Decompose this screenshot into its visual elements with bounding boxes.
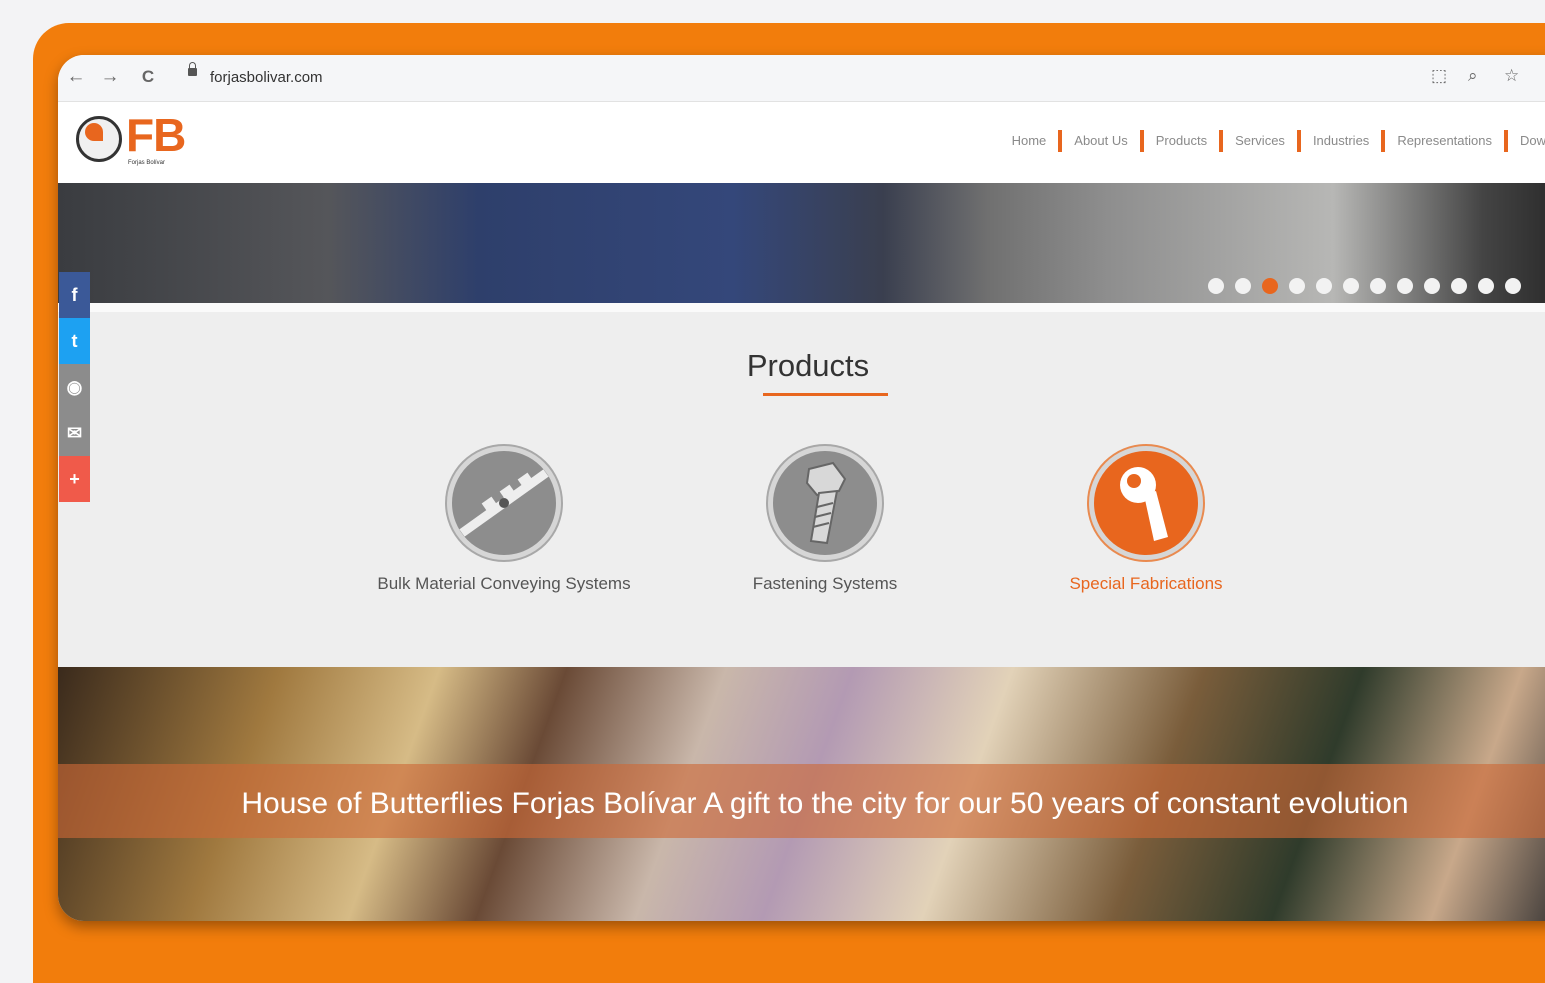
nav-item-services[interactable]: Services: [1223, 131, 1297, 151]
slider-dot[interactable]: [1289, 278, 1305, 294]
slider-dot[interactable]: [1505, 278, 1521, 294]
slider-dot[interactable]: [1397, 278, 1413, 294]
slider-dot[interactable]: [1370, 278, 1386, 294]
share-plus-icon[interactable]: +: [59, 456, 90, 502]
slider-dot[interactable]: [1478, 278, 1494, 294]
title-underline: [763, 393, 888, 396]
slider-dot[interactable]: [1451, 278, 1467, 294]
facebook-icon[interactable]: f: [59, 272, 90, 318]
logo-text[interactable]: FB: [126, 110, 186, 160]
nav-item-about-us[interactable]: About Us: [1062, 131, 1139, 151]
zoom-icon[interactable]: ⌕: [1468, 66, 1478, 86]
product-label[interactable]: Special Fabrications: [996, 574, 1296, 594]
nav-item-industries[interactable]: Industries: [1301, 131, 1381, 151]
slider-dots: [1208, 278, 1521, 294]
logo-icon[interactable]: [76, 116, 122, 162]
slider-dot[interactable]: [1262, 278, 1278, 294]
email-icon[interactable]: ✉: [59, 410, 90, 456]
wrench-icon[interactable]: [1089, 446, 1203, 560]
slider-dot[interactable]: [1235, 278, 1251, 294]
product-label[interactable]: Bulk Material Conveying Systems: [354, 574, 654, 594]
twitter-icon[interactable]: t: [59, 318, 90, 364]
conveyor-icon[interactable]: [447, 446, 561, 560]
slider-dot[interactable]: [1424, 278, 1440, 294]
logo-subtext: Forjas Bolívar: [128, 160, 166, 166]
nav-item-products[interactable]: Products: [1144, 131, 1219, 151]
banner-text[interactable]: House of Butterflies Forjas Bolívar A gi…: [58, 787, 1545, 821]
promo-banner: House of Butterflies Forjas Bolívar A gi…: [58, 667, 1545, 921]
main-nav: Home About Us Products Services Industries Re…: [1000, 130, 1545, 152]
social-share-bar: f t ◉ ✉ +: [59, 272, 90, 502]
product-special-fabrications[interactable]: Special Fabrications: [996, 446, 1296, 594]
address-bar[interactable]: forjasbolivar.com: [210, 69, 323, 86]
slider-dot[interactable]: [1208, 278, 1224, 294]
lock-icon: [188, 62, 197, 76]
translate-icon[interactable]: ⬚: [1431, 66, 1447, 86]
bolt-icon[interactable]: [768, 446, 882, 560]
bookmark-star-icon[interactable]: ☆: [1504, 66, 1519, 86]
product-fastening[interactable]: Fastening Systems: [675, 446, 975, 594]
forward-icon[interactable]: →: [98, 65, 122, 89]
products-title: Products: [746, 348, 870, 383]
site-header: FB Forjas Bolívar Home About Us Products Se…: [58, 102, 1545, 182]
slider-dot[interactable]: [1343, 278, 1359, 294]
browser-toolbar: ← → C forjasbolivar.com ⬚ ⌕ ☆: [58, 55, 1545, 102]
browser-window: ← → C forjasbolivar.com ⬚ ⌕ ☆ FB Forjas …: [58, 55, 1545, 921]
product-label[interactable]: Fastening Systems: [675, 574, 975, 594]
product-bulk-material[interactable]: Bulk Material Conveying Systems: [354, 446, 654, 594]
pinterest-icon[interactable]: ◉: [59, 364, 90, 410]
back-icon[interactable]: ←: [64, 65, 88, 89]
products-section: Products Bulk Material Conveying Systems: [58, 303, 1545, 667]
hero-slider: [58, 183, 1545, 303]
nav-item-home[interactable]: Home: [1000, 131, 1059, 151]
nav-item-representations[interactable]: Representations: [1385, 131, 1504, 151]
reload-icon[interactable]: C: [136, 65, 160, 89]
slider-dot[interactable]: [1316, 278, 1332, 294]
nav-item-dow[interactable]: Dow: [1508, 131, 1545, 151]
